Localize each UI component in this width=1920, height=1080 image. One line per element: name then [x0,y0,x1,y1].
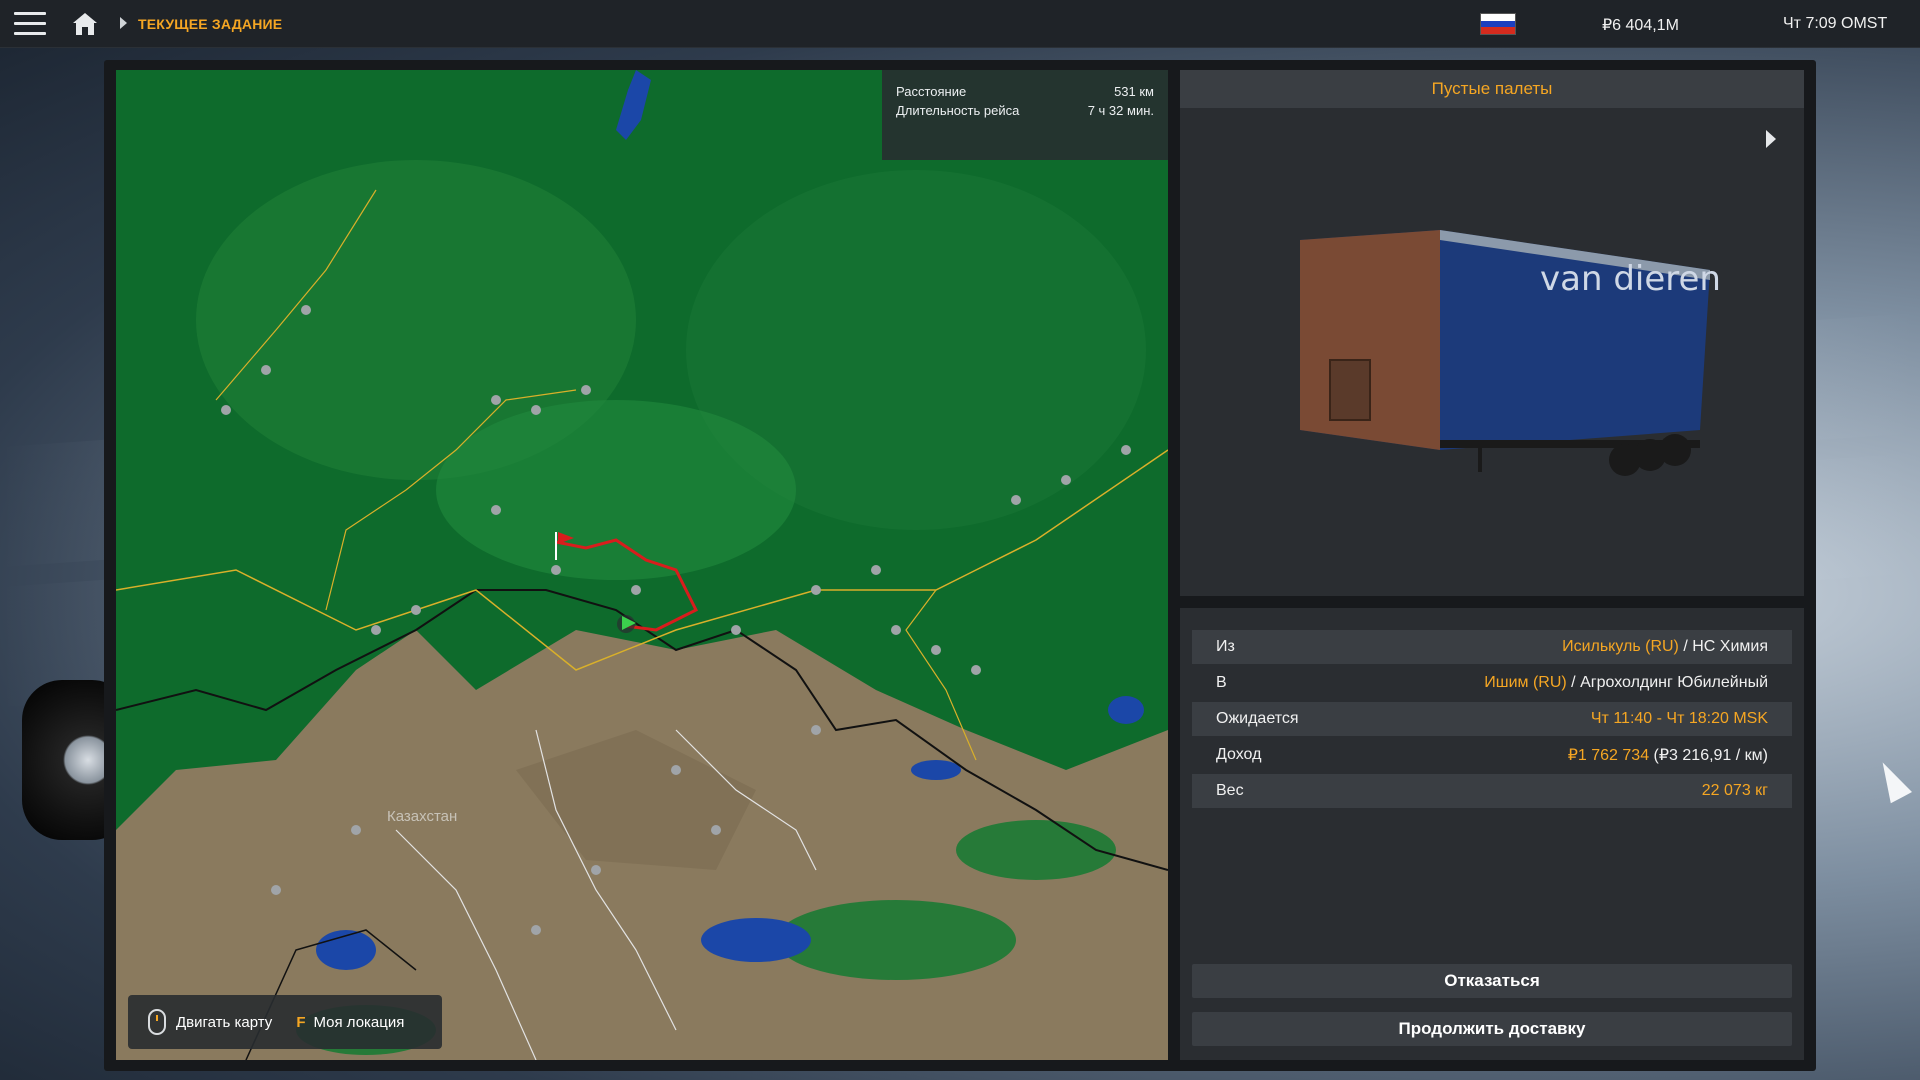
from-label: Из [1216,638,1235,655]
duration-value: 7 ч 32 мин. [1087,103,1154,118]
to-city: Ишим (RU) [1484,674,1567,691]
detail-row-expected: Ожидается Чт 11:40 - Чт 18:20 MSK [1192,702,1792,736]
breadcrumb: ТЕКУЩЕЕ ЗАДАНИЕ [138,16,283,32]
game-clock: Чт 7:09 OMST [1783,15,1888,32]
from-city: Исилькуль (RU) [1562,638,1679,655]
decline-button[interactable]: Отказаться [1192,964,1792,998]
map-canvas[interactable] [116,70,1168,1060]
route-map[interactable] [116,70,1168,1060]
income-value: ₽1 762 734 [1567,747,1650,764]
next-trailer-arrow-icon[interactable] [1766,130,1776,148]
detail-row-from: Из Исилькуль (RU) / НС Химия [1192,630,1792,664]
cargo-title: Пустые палеты [1180,70,1804,108]
expected-label: Ожидается [1216,710,1299,727]
home-icon[interactable] [72,12,98,36]
to-company: / Агрохолдинг Юбилейный [1566,674,1768,691]
duration-label: Длительность рейса [896,103,1020,118]
hamburger-menu-icon[interactable] [14,12,46,36]
weight-value: 22 073 кг [1701,782,1768,799]
trailer-image: van dieren [1300,230,1720,476]
detail-row-weight: Вес 22 073 кг [1192,774,1792,808]
top-bar: ТЕКУЩЕЕ ЗАДАНИЕ ₽6 404,1М Чт 7:09 OMST [0,0,1920,48]
from-company: / НС Химия [1678,638,1768,655]
route-summary: Расстояние 531 км Длительность рейса 7 ч… [882,70,1168,160]
my-location-hint[interactable]: Моя локация [313,1014,404,1031]
hotkey-f: F [296,1013,306,1031]
cargo-panel: Пустые палеты van dieren [1180,70,1804,596]
move-map-hint[interactable]: Двигать карту [176,1014,272,1031]
distance-value: 531 км [1114,84,1154,99]
detail-row-to: В Ишим (RU) / Агрохолдинг Юбилейный [1192,666,1792,700]
weight-label: Вес [1216,782,1244,799]
mouse-cursor-icon [1872,756,1912,804]
expected-value: Чт 11:40 - Чт 18:20 MSK [1590,710,1768,727]
income-rate: (₽3 216,91 / км) [1649,747,1768,764]
map-controls: Двигать карту F Моя локация [128,995,442,1049]
income-label: Доход [1216,746,1262,763]
region-label: Казахстан [387,808,458,825]
mouse-icon [148,1009,166,1035]
breadcrumb-chevron-icon [120,17,127,29]
distance-label: Расстояние [896,84,967,99]
job-details-panel: Из Исилькуль (RU) / НС Химия В Ишим (RU)… [1180,608,1804,1060]
to-label: В [1216,674,1227,691]
money-balance: ₽6 404,1М [1602,17,1679,34]
russia-flag-icon [1480,13,1516,35]
detail-row-income: Доход ₽1 762 734 (₽3 216,91 / км) [1192,738,1792,772]
trailer-brand-text: van dieren [1540,259,1720,299]
continue-delivery-button[interactable]: Продолжить доставку [1192,1012,1792,1046]
